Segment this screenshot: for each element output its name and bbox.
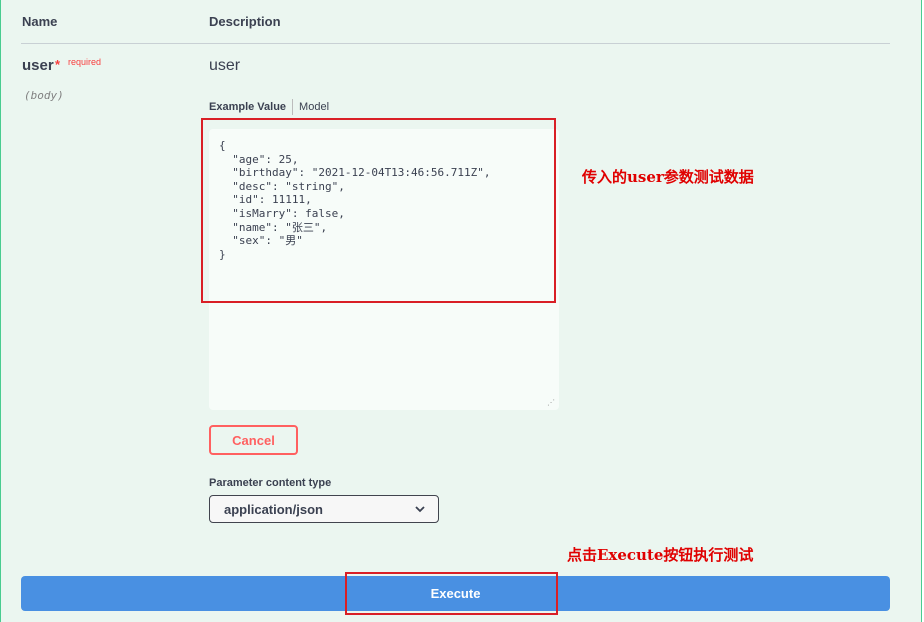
body-tabs: Example Value Model: [209, 99, 329, 115]
highlight-box-body: [201, 118, 556, 303]
operation-panel: Name Description user * required (body) …: [0, 0, 922, 622]
tab-example-value[interactable]: Example Value: [209, 101, 292, 113]
parameter-location: (body): [24, 89, 64, 102]
cancel-button[interactable]: Cancel: [209, 425, 298, 455]
header-divider: [21, 43, 890, 44]
content-type-select[interactable]: application/json: [209, 495, 439, 523]
tab-separator: [292, 99, 294, 115]
required-star: *: [55, 57, 61, 72]
parameter-description: user: [209, 57, 241, 74]
parameter-name: user: [22, 57, 54, 74]
chevron-down-icon: [415, 506, 425, 513]
highlight-box-execute: [345, 572, 558, 615]
name-column-header: Name: [22, 14, 58, 29]
tab-model[interactable]: Model: [299, 101, 329, 113]
content-type-value: application/json: [224, 501, 323, 517]
description-column-header: Description: [209, 14, 281, 29]
annotation-body-note: 传入的user参数测试数据: [582, 168, 754, 186]
content-type-label: Parameter content type: [209, 477, 332, 489]
required-label: required: [68, 57, 102, 67]
annotation-execute-note: 点击Execute按钮执行测试: [567, 546, 754, 564]
